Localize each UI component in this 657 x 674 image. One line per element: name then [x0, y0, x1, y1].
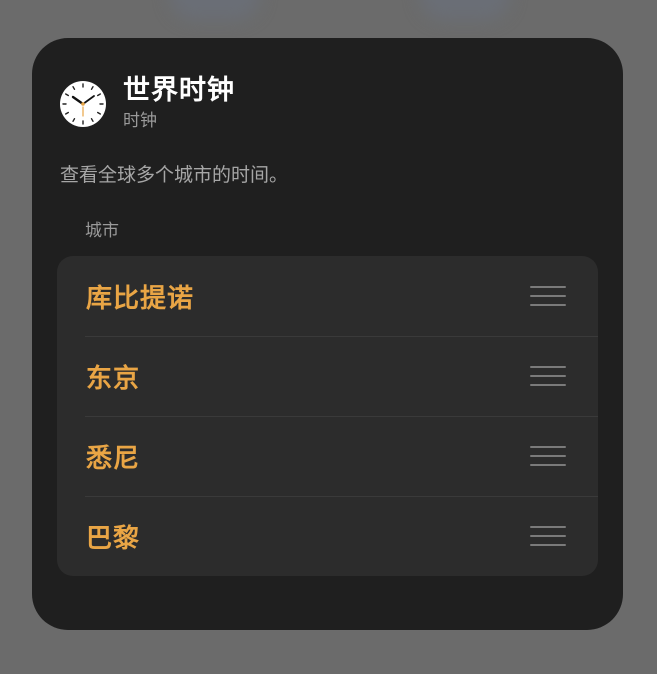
background-blur-shape — [170, 0, 260, 20]
list-item-city[interactable]: 巴黎 — [57, 496, 598, 576]
drag-handle-icon[interactable] — [530, 446, 566, 466]
header-text: 世界时钟 时钟 — [123, 75, 235, 133]
widget-title: 世界时钟 — [123, 75, 235, 106]
drag-handle-icon[interactable] — [530, 286, 566, 306]
cities-section-label: 城市 — [85, 221, 119, 241]
list-item-city[interactable]: 悉尼 — [57, 416, 598, 496]
widget-configuration-panel: 世界时钟 时钟 查看全球多个城市的时间。 城市 库比提诺 东京 悉尼 巴黎 — [32, 38, 623, 630]
city-name: 巴黎 — [86, 523, 141, 554]
city-list: 库比提诺 东京 悉尼 巴黎 — [57, 256, 598, 576]
city-name: 东京 — [86, 363, 141, 394]
city-name: 库比提诺 — [86, 283, 195, 314]
clock-icon — [60, 81, 106, 127]
list-item-city[interactable]: 库比提诺 — [57, 256, 598, 336]
app-name: 时钟 — [123, 111, 157, 131]
widget-description: 查看全球多个城市的时间。 — [60, 164, 289, 186]
list-item-city[interactable]: 东京 — [57, 336, 598, 416]
widget-header: 世界时钟 时钟 — [59, 74, 235, 134]
drag-handle-icon[interactable] — [530, 366, 566, 386]
drag-handle-icon[interactable] — [530, 526, 566, 546]
background-blur-shape — [420, 0, 510, 20]
city-name: 悉尼 — [86, 443, 141, 474]
